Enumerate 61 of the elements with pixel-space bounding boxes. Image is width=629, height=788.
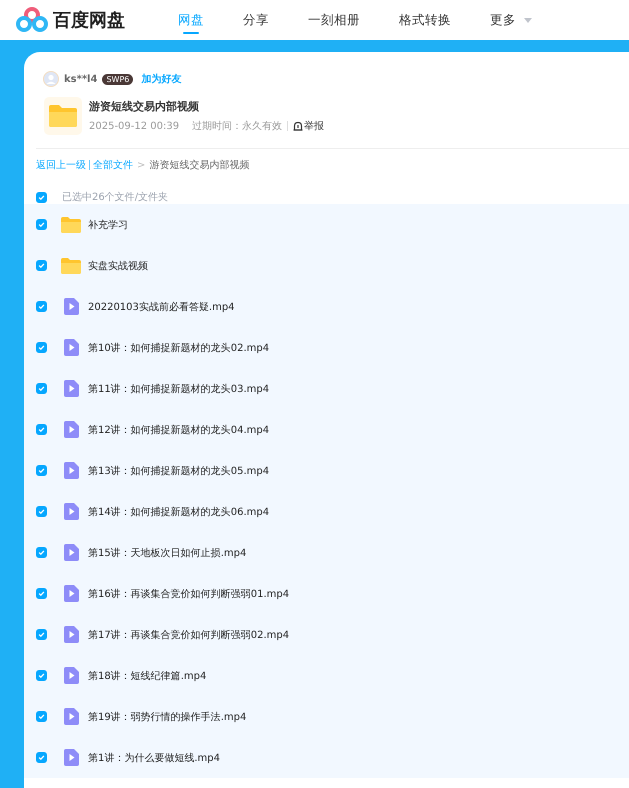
- selection-count: 已选中26个文件/文件夹: [62, 190, 168, 204]
- file-name[interactable]: 第15讲：天地板次日如何止损.mp4: [88, 546, 246, 560]
- file-checkbox[interactable]: [36, 588, 47, 599]
- file-name[interactable]: 第18讲：短线纪律篇.mp4: [88, 668, 206, 682]
- folder-icon: [61, 216, 81, 232]
- logo-text: 百度网盘: [53, 9, 125, 32]
- nav-tab[interactable]: 分享: [243, 0, 269, 40]
- folder-icon: [61, 258, 81, 274]
- file-name[interactable]: 第19讲：弱势行情的操作手法.mp4: [88, 710, 246, 724]
- folder-icon: [44, 97, 82, 135]
- file-checkbox[interactable]: [36, 424, 47, 435]
- file-checkbox[interactable]: [36, 752, 47, 763]
- file-name[interactable]: 实盘实战视频: [88, 258, 148, 272]
- video-file-icon: [61, 708, 81, 725]
- cloud-logo-icon: [16, 7, 48, 33]
- file-name[interactable]: 第13讲：如何捕捉新题材的龙头05.mp4: [88, 464, 270, 478]
- video-file-icon: [61, 462, 81, 479]
- file-checkbox[interactable]: [36, 342, 47, 353]
- file-name[interactable]: 补充学习: [88, 218, 128, 232]
- video-file-icon: [61, 421, 81, 438]
- video-file-icon: [61, 667, 81, 684]
- video-file-icon: [61, 544, 81, 561]
- report-button[interactable]: 举报: [293, 119, 324, 133]
- file-checkbox[interactable]: [36, 629, 47, 640]
- breadcrumb-separator: >: [137, 160, 146, 170]
- file-name[interactable]: 第12讲：如何捕捉新题材的龙头04.mp4: [88, 422, 270, 436]
- video-file-icon: [61, 626, 81, 643]
- file-checkbox[interactable]: [36, 547, 47, 558]
- video-file-icon: [61, 298, 81, 315]
- share-date: 2025-09-12 00:39: [89, 120, 180, 132]
- nav-tab[interactable]: 格式转换: [399, 0, 451, 40]
- file-name[interactable]: 第14讲：如何捕捉新题材的龙头06.mp4: [88, 504, 270, 518]
- select-all-checkbox[interactable]: [36, 192, 47, 202]
- avatar-icon: [43, 71, 59, 87]
- file-name[interactable]: 第1讲：为什么要做短线.mp4: [88, 750, 220, 764]
- video-file-icon: [61, 339, 81, 356]
- expiry-text: 过期时间：永久有效: [192, 120, 282, 133]
- file-checkbox[interactable]: [36, 260, 47, 271]
- file-checkbox[interactable]: [36, 219, 47, 230]
- file-name[interactable]: 20220103实战前必看答疑.mp4: [88, 300, 235, 314]
- file-name[interactable]: 第10讲：如何捕捉新题材的龙头02.mp4: [88, 340, 270, 354]
- nav-tab[interactable]: 一刻相册: [308, 0, 360, 40]
- file-checkbox[interactable]: [36, 383, 47, 394]
- alarm-icon: [293, 121, 304, 131]
- level-badge: SWP6: [102, 74, 134, 84]
- video-file-icon: [61, 585, 81, 602]
- file-checkbox[interactable]: [36, 670, 47, 681]
- video-file-icon: [61, 749, 81, 766]
- video-file-icon: [61, 380, 81, 397]
- file-checkbox[interactable]: [36, 506, 47, 517]
- folder-title: 游资短线交易内部视频: [89, 99, 200, 114]
- video-file-icon: [61, 503, 81, 520]
- file-name[interactable]: 第11讲：如何捕捉新题材的龙头03.mp4: [88, 382, 270, 396]
- user-name: ks**l4: [64, 74, 98, 84]
- file-checkbox[interactable]: [36, 301, 47, 312]
- file-checkbox[interactable]: [36, 465, 47, 476]
- breadcrumb-current: 游资短线交易内部视频: [149, 158, 250, 172]
- file-name[interactable]: 第16讲：再谈集合竞价如何判断强弱01.mp4: [88, 586, 290, 600]
- file-checkbox[interactable]: [36, 711, 47, 722]
- nav-tab[interactable]: 更多: [490, 0, 532, 40]
- file-name[interactable]: 第17讲：再谈集合竞价如何判断强弱02.mp4: [88, 628, 290, 642]
